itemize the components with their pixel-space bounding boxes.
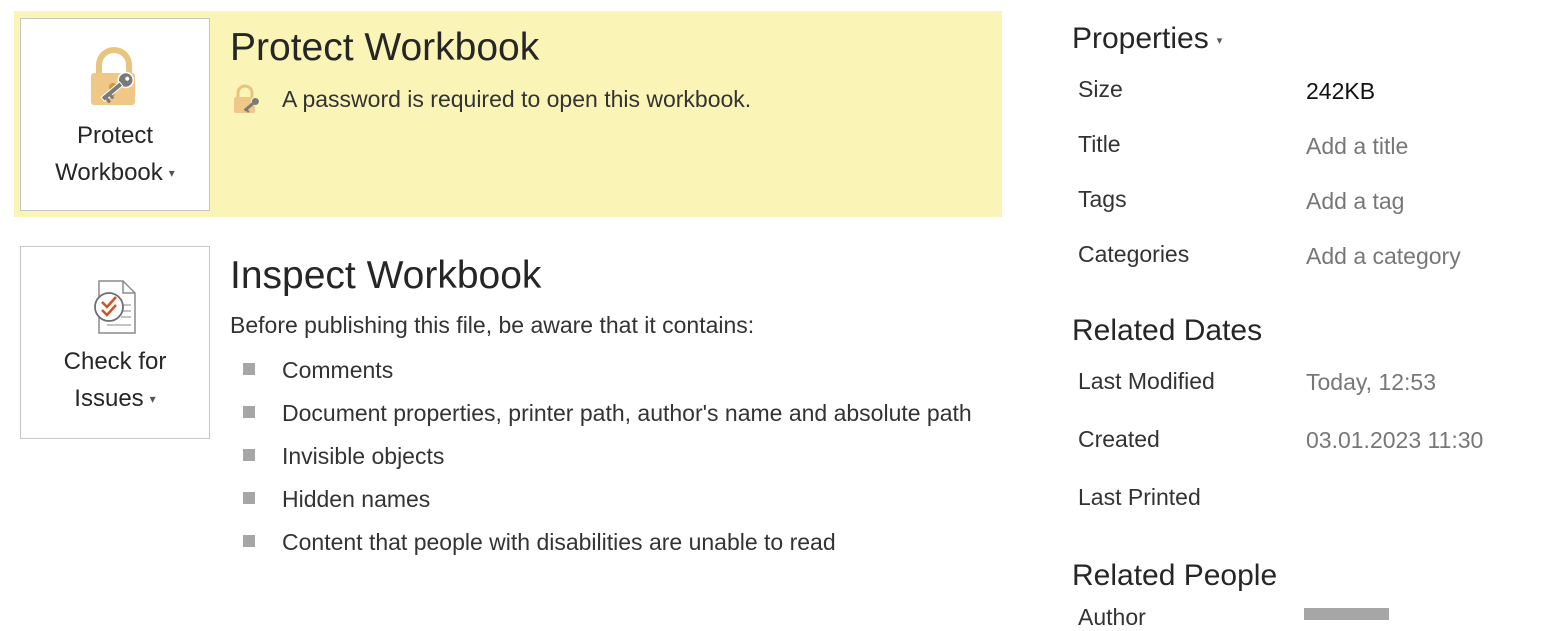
- issue-text: Invisible objects: [282, 443, 445, 469]
- author-avatar-placeholder: [1304, 608, 1389, 620]
- tags-label: Tags: [1078, 186, 1127, 212]
- related-people-heading: Related People: [1072, 559, 1278, 592]
- inspect-workbook-title: Inspect Workbook: [230, 254, 542, 297]
- created-label: Created: [1078, 426, 1160, 452]
- categories-label: Categories: [1078, 241, 1190, 267]
- bullet-icon: [243, 406, 255, 418]
- check-button-line2: Issues: [74, 385, 144, 412]
- list-item: Invisible objects: [240, 438, 1000, 475]
- tags-field[interactable]: Add a tag: [1306, 188, 1404, 215]
- categories-field[interactable]: Add a category: [1306, 243, 1461, 270]
- list-item: Content that people with disabilities ar…: [240, 524, 1000, 561]
- list-item: Document properties, printer path, autho…: [240, 395, 1000, 432]
- properties-heading: Properties: [1072, 22, 1209, 55]
- size-label: Size: [1078, 76, 1123, 102]
- created-value: 03.01.2023 11:30: [1306, 427, 1484, 453]
- last-modified-value: Today, 12:53: [1306, 369, 1437, 395]
- dropdown-caret-icon: ▾: [168, 166, 175, 181]
- bullet-icon: [243, 492, 255, 504]
- dropdown-caret-icon: ▾: [149, 392, 156, 407]
- protect-status-row: A password is required to open this work…: [232, 84, 751, 114]
- protect-workbook-button-label: Protect Workbook ▾: [21, 117, 209, 192]
- protect-workbook-button[interactable]: Protect Workbook ▾: [20, 18, 210, 211]
- bullet-icon: [243, 363, 255, 375]
- bullet-icon: [243, 449, 255, 461]
- properties-dropdown[interactable]: Properties ▾: [1072, 22, 1222, 56]
- title-label: Title: [1078, 131, 1121, 157]
- inspect-intro-text: Before publishing this file, be aware th…: [230, 312, 755, 338]
- protect-workbook-title: Protect Workbook: [230, 26, 540, 69]
- lock-key-small-icon: [234, 84, 260, 113]
- size-value: 242KB: [1306, 78, 1376, 104]
- check-for-issues-button-label: Check for Issues ▾: [21, 343, 209, 418]
- list-item: Hidden names: [240, 481, 1000, 518]
- check-button-line1: Check for: [63, 348, 167, 375]
- title-field[interactable]: Add a title: [1306, 133, 1408, 160]
- protect-button-line2: Workbook: [55, 159, 163, 186]
- related-dates-heading: Related Dates: [1072, 314, 1263, 347]
- issue-text: Document properties, printer path, autho…: [282, 400, 972, 426]
- issue-text: Content that people with disabilities ar…: [282, 529, 836, 555]
- issue-text: Comments: [282, 357, 394, 383]
- protect-status-text: A password is required to open this work…: [282, 85, 752, 112]
- lock-key-icon: [91, 47, 135, 105]
- bullet-icon: [243, 535, 255, 547]
- list-item: Comments: [240, 352, 1000, 389]
- dropdown-caret-icon: ▾: [1216, 34, 1223, 47]
- document-check-icon: [94, 280, 136, 334]
- check-for-issues-button[interactable]: Check for Issues ▾: [20, 246, 210, 439]
- issue-list: Comments Document properties, printer pa…: [240, 352, 1000, 567]
- last-modified-label: Last Modified: [1078, 368, 1215, 394]
- issue-text: Hidden names: [282, 486, 431, 512]
- last-printed-label: Last Printed: [1078, 484, 1201, 510]
- protect-button-line1: Protect: [76, 122, 154, 149]
